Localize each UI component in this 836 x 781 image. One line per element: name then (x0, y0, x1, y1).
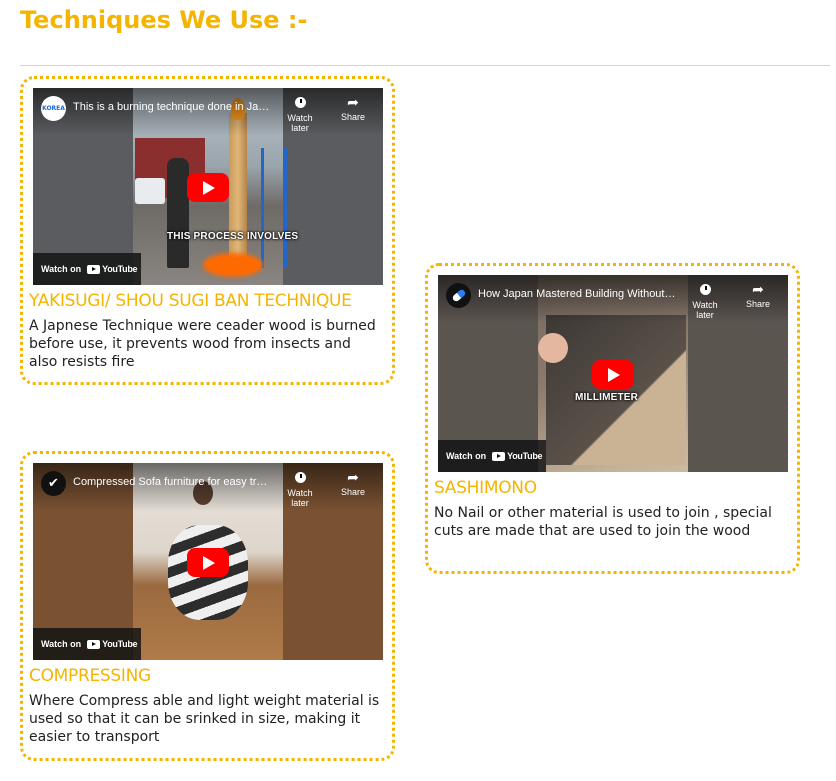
share-button[interactable]: ➦ Share (738, 281, 778, 309)
technique-card-sashimono: How Japan Mastered Building Without Nail… (425, 263, 800, 574)
channel-avatar[interactable]: KOREA (41, 96, 66, 121)
technique-card-compressing: ✔ Compressed Sofa furniture for easy tra… (20, 451, 395, 761)
technique-card-yakisugi: KOREA This is a burning technique done i… (20, 76, 395, 385)
video-overlay-caption: MILLIMETER (575, 392, 639, 403)
youtube-logo-icon: YouTube (87, 264, 138, 274)
card-description: A Japnese Technique were ceader wood is … (29, 318, 376, 370)
video-embed[interactable]: How Japan Mastered Building Without Nail… (438, 275, 788, 472)
card-title: COMPRESSING (29, 666, 151, 686)
channel-avatar[interactable] (446, 283, 471, 308)
share-button[interactable]: ➦ Share (333, 94, 373, 122)
watch-later-button[interactable]: Watch later (280, 94, 320, 133)
youtube-logo-icon: YouTube (87, 639, 138, 649)
card-title: YAKISUGI/ SHOU SUGI BAN TECHNIQUE (29, 291, 352, 311)
video-title[interactable]: This is a burning technique done in Japa… (73, 101, 273, 113)
clock-icon (699, 284, 711, 295)
play-button[interactable] (187, 548, 229, 577)
video-overlay-caption: THIS PROCESS INVOLVES (167, 231, 299, 242)
video-embed[interactable]: ✔ Compressed Sofa furniture for easy tra… (33, 463, 383, 660)
divider (20, 65, 830, 66)
share-button[interactable]: ➦ Share (333, 469, 373, 497)
share-icon: ➦ (347, 469, 359, 485)
watch-on-youtube-button[interactable]: Watch on YouTube (438, 440, 546, 472)
share-icon: ➦ (347, 94, 359, 110)
video-title[interactable]: How Japan Mastered Building Without Nail… (478, 288, 678, 300)
watch-later-button[interactable]: Watch later (280, 469, 320, 508)
card-description: No Nail or other material is used to joi… (434, 505, 772, 539)
check-icon[interactable]: ✔ (41, 471, 66, 496)
youtube-logo-icon: YouTube (492, 451, 543, 461)
card-description: Where Compress able and light weight mat… (29, 693, 380, 745)
video-embed[interactable]: KOREA This is a burning technique done i… (33, 88, 383, 285)
watch-on-youtube-button[interactable]: Watch on YouTube (33, 253, 141, 285)
page-title: Techniques We Use :- (20, 6, 308, 34)
play-button[interactable] (592, 360, 634, 389)
watch-on-youtube-button[interactable]: Watch on YouTube (33, 628, 141, 660)
share-icon: ➦ (752, 281, 764, 297)
video-title[interactable]: Compressed Sofa furniture for easy trans… (73, 476, 273, 488)
clock-icon (294, 472, 306, 483)
watch-later-button[interactable]: Watch later (685, 281, 725, 320)
play-button[interactable] (187, 173, 229, 202)
clock-icon (294, 97, 306, 108)
card-title: SASHIMONO (434, 478, 537, 498)
